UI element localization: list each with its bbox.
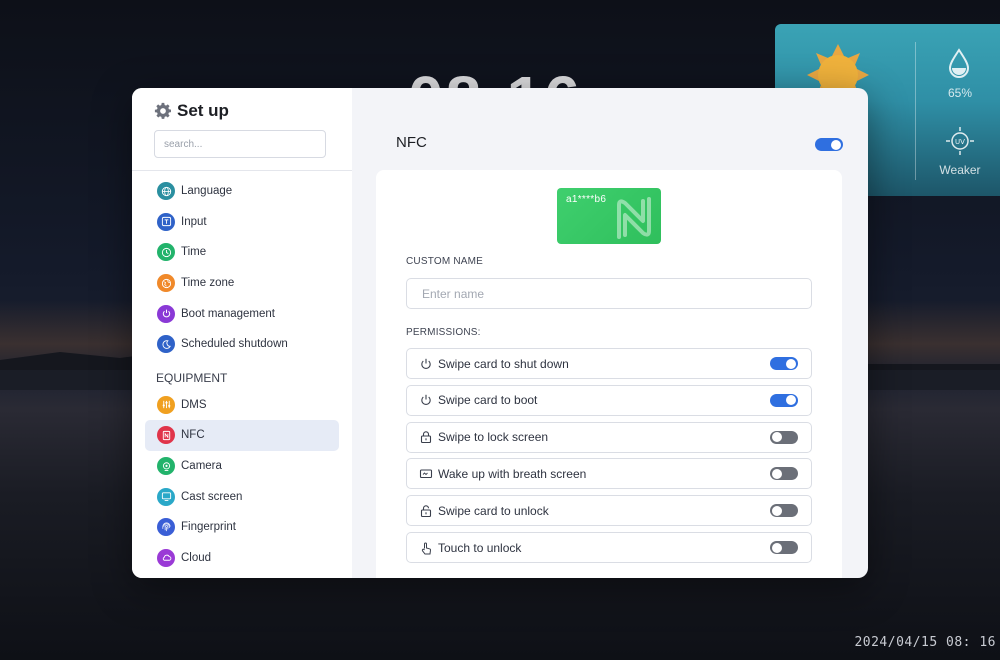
permission-row: Swipe to lock screen <box>406 421 812 453</box>
nfc-card-id: a1****b6 <box>566 194 607 205</box>
sidebar-header: Set up <box>132 88 352 171</box>
humidity-icon <box>948 48 970 78</box>
permission-label: Wake up with breath screen <box>438 466 587 481</box>
permission-row: Touch to unlock <box>406 532 812 563</box>
permission-label: Swipe to lock screen <box>438 430 549 445</box>
moon-icon <box>157 335 175 354</box>
cast-icon <box>157 487 175 506</box>
permission-toggle[interactable] <box>770 430 798 444</box>
nfc-icon <box>157 426 175 445</box>
sidebar-item-camera[interactable]: Camera <box>145 451 339 482</box>
custom-name-input[interactable] <box>406 278 812 309</box>
permissions-label: PERMISSIONS: <box>406 327 481 338</box>
nfc-content-card: a1****b6 CUSTOM NAME PERMISSIONS: Swipe … <box>376 170 842 578</box>
page-title: NFC <box>396 134 427 151</box>
permission-toggle[interactable] <box>770 357 798 370</box>
permission-row: Wake up with breath screen <box>406 458 812 490</box>
permission-row: Swipe card to boot <box>406 384 812 416</box>
permission-row: Swipe card to shut down <box>406 348 812 379</box>
equipment-items: DMS NFC Camera Cast screen Fingerprint Cloud <box>132 390 352 574</box>
sliders-icon <box>157 395 175 414</box>
permission-toggle[interactable] <box>770 504 798 518</box>
humidity-value: 65% <box>947 86 973 100</box>
custom-name-label: CUSTOM NAME <box>406 256 484 267</box>
sidebar-item-boot-management[interactable]: Boot management <box>145 298 339 329</box>
permission-label: Swipe card to boot <box>438 393 538 408</box>
search-input[interactable] <box>154 130 326 158</box>
permission-toggle[interactable] <box>770 393 798 407</box>
sidebar-item-fingerprint[interactable]: Fingerprint <box>145 512 339 543</box>
sidebar-item-cast-screen[interactable]: Cast screen <box>145 481 339 512</box>
gear-icon <box>154 102 172 119</box>
power-icon <box>419 357 433 371</box>
uv-icon: UV <box>946 127 974 155</box>
keyboard-icon <box>157 212 175 231</box>
general-items: Language Input Time Time zone Boot managemen… <box>132 176 352 360</box>
sidebar-item-language[interactable]: Language <box>145 176 339 207</box>
nfc-logo-icon <box>617 197 651 239</box>
sidebar-item-label: Input <box>181 215 207 228</box>
sidebar-item-label: Scheduled shutdown <box>181 338 288 351</box>
sidebar-item-scheduled-shutdown[interactable]: Scheduled shutdown <box>145 329 339 360</box>
touch-icon <box>419 541 433 555</box>
sidebar-item-time[interactable]: Time <box>145 237 339 268</box>
uv-badge: UV <box>955 138 965 146</box>
nfc-settings-panel: NFC a1****b6 CUSTOM NAME PERMISSIONS: Sw… <box>352 88 868 578</box>
globe-icon <box>157 182 175 201</box>
nfc-master-toggle[interactable] <box>815 138 843 151</box>
sidebar-item-nfc[interactable]: NFC <box>145 420 339 451</box>
camera-icon <box>157 457 175 476</box>
permission-toggle[interactable] <box>770 541 798 554</box>
permission-label: Swipe card to unlock <box>438 503 549 518</box>
power-icon <box>157 304 175 323</box>
sidebar-item-input[interactable]: Input <box>145 207 339 238</box>
permission-label: Swipe card to shut down <box>438 356 569 371</box>
sidebar-item-label: NFC <box>181 429 205 442</box>
sidebar-item-label: DMS <box>181 398 207 411</box>
sidebar-item-dms[interactable]: DMS <box>145 390 339 421</box>
weather-divider <box>915 42 916 180</box>
sidebar-item-label: Cast screen <box>181 490 243 503</box>
settings-dialog: Set up Language Input Time Time zone Boot ma… <box>132 88 868 578</box>
fingerprint-icon <box>157 518 175 537</box>
sidebar-item-label: Camera <box>181 460 222 473</box>
sidebar-item-label: Time zone <box>181 277 235 290</box>
cloud-icon <box>157 548 175 567</box>
sidebar-item-label: Cloud <box>181 551 212 564</box>
weather-extra-label: L <box>993 86 1000 100</box>
sidebar-item-label: Boot management <box>181 307 275 320</box>
timezone-icon <box>157 274 175 293</box>
settings-sidebar: Set up Language Input Time Time zone Boot ma… <box>132 88 352 578</box>
screen-icon <box>419 467 433 481</box>
permission-row: Swipe card to unlock <box>406 495 812 527</box>
permission-toggle[interactable] <box>770 467 798 481</box>
settings-title: Set up <box>177 101 229 120</box>
sidebar-item-time-zone[interactable]: Time zone <box>145 268 339 299</box>
sidebar-item-label: Time <box>181 246 207 259</box>
status-datetime: 2024/04/15 08: 16 <box>854 635 996 650</box>
sidebar-list: Language Input Time Time zone Boot managemen… <box>132 171 352 573</box>
section-equipment: EQUIPMENT <box>156 371 228 386</box>
sidebar-item-cloud[interactable]: Cloud <box>145 543 339 574</box>
permission-label: Touch to unlock <box>438 540 522 555</box>
unlock-icon <box>419 504 433 518</box>
sidebar-item-label: Fingerprint <box>181 521 236 534</box>
power-icon <box>419 393 433 407</box>
settings-title-row: Set up <box>154 101 328 121</box>
sidebar-item-label: Language <box>181 185 233 198</box>
nfc-card-image: a1****b6 <box>557 188 661 244</box>
lock-icon <box>419 430 433 444</box>
uv-label: Weaker <box>939 163 981 177</box>
clock-icon <box>157 243 175 262</box>
